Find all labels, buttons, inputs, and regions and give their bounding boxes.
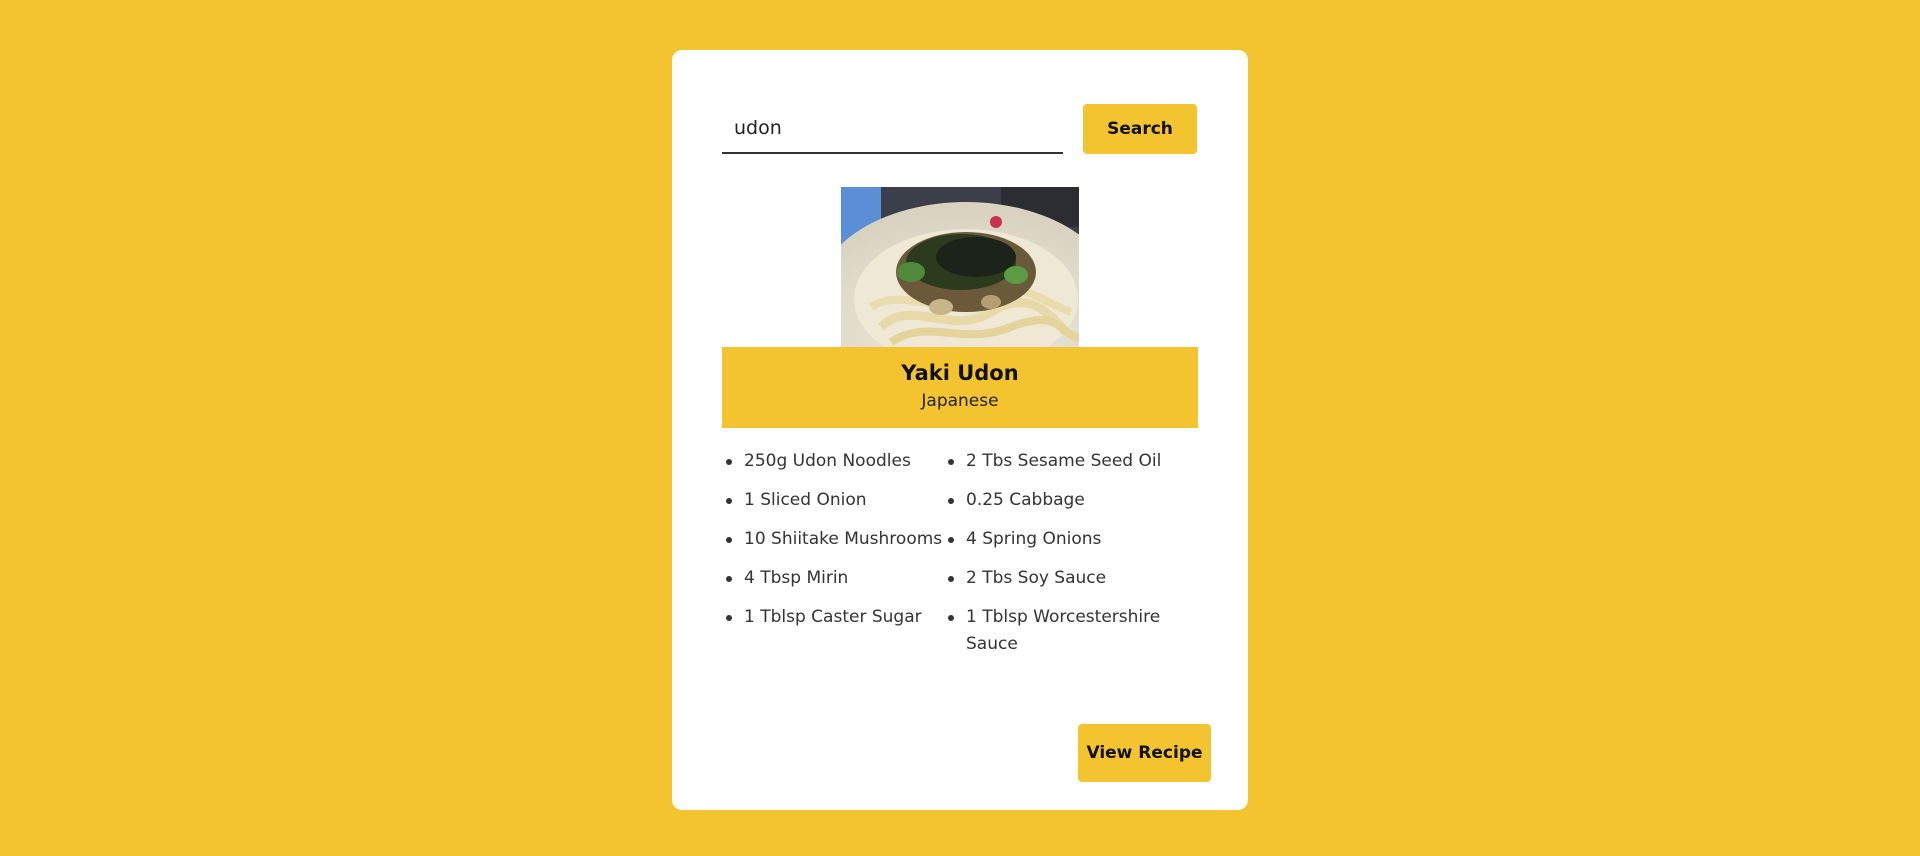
ingredients-list: 250g Udon Noodles 2 Tbs Sesame Seed Oil … [722, 448, 1198, 658]
ingredient-item: 1 Sliced Onion [722, 487, 944, 514]
search-button[interactable]: Search [1083, 104, 1197, 154]
ingredient-item: 250g Udon Noodles [722, 448, 944, 475]
recipe-title: Yaki Udon [901, 361, 1019, 385]
recipe-cuisine: Japanese [921, 391, 999, 411]
recipe-card: Search [672, 50, 1248, 810]
recipe-header: Yaki Udon Japanese [722, 347, 1198, 428]
search-bar: Search [722, 104, 1198, 154]
ingredient-item: 4 Spring Onions [944, 526, 1198, 553]
ingredient-item: 1 Tblsp Caster Sugar [722, 604, 944, 658]
ingredient-item: 1 Tblsp Worcestershire Sauce [944, 604, 1198, 658]
recipe-photo [841, 187, 1079, 347]
search-input[interactable] [722, 104, 1063, 154]
ingredient-item: 2 Tbs Sesame Seed Oil [944, 448, 1198, 475]
ingredient-item: 4 Tbsp Mirin [722, 565, 944, 592]
ingredient-item: 0.25 Cabbage [944, 487, 1198, 514]
ingredient-item: 2 Tbs Soy Sauce [944, 565, 1198, 592]
view-recipe-button[interactable]: View Recipe [1078, 724, 1211, 782]
ingredient-item: 10 Shiitake Mushrooms [722, 526, 944, 553]
